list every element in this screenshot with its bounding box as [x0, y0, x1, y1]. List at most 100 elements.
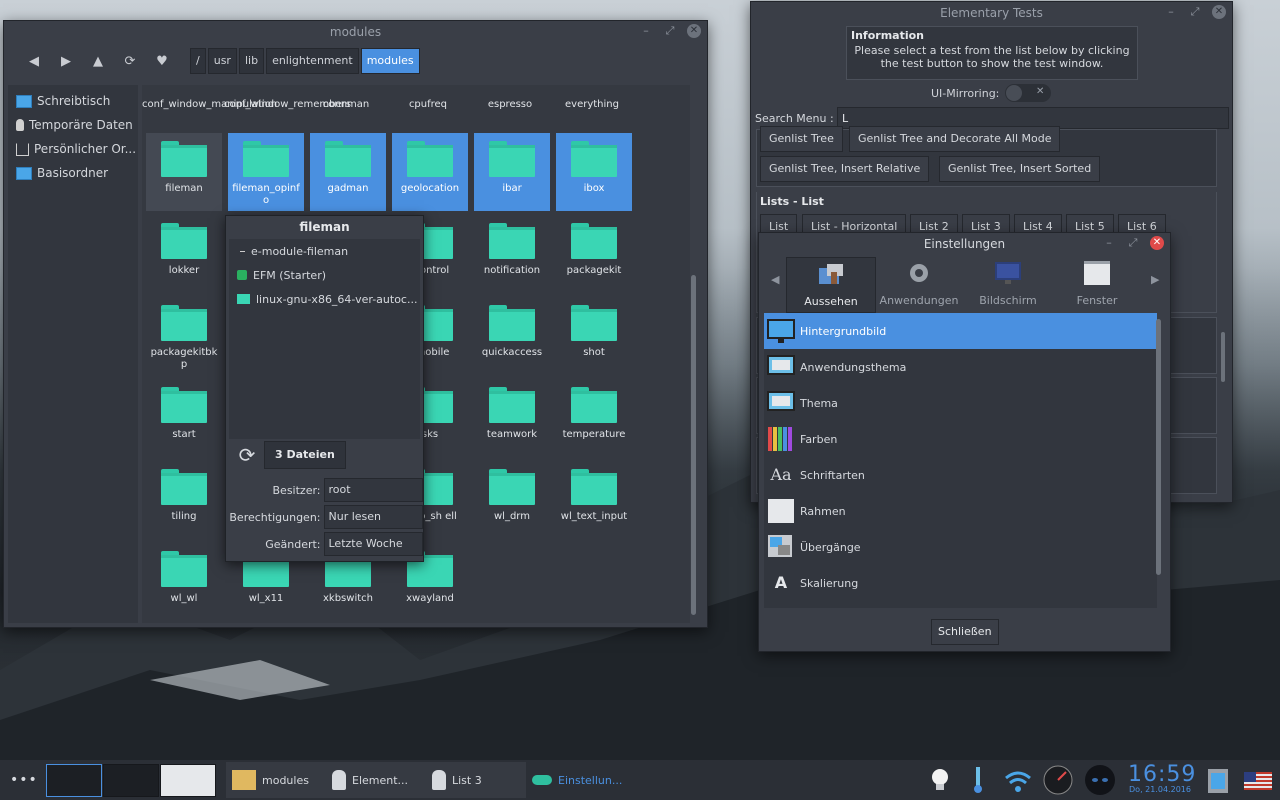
folder-item[interactable]: fileman — [146, 133, 222, 211]
crumb-lib[interactable]: lib — [238, 48, 265, 74]
favorite-heart-icon[interactable]: ♥ — [146, 48, 178, 74]
minimize-icon[interactable]: – — [1102, 236, 1116, 250]
forward-icon[interactable]: ▶ — [50, 48, 82, 74]
crumb-usr[interactable]: usr — [207, 48, 237, 74]
test-button[interactable]: Genlist Tree, Insert Relative — [760, 156, 930, 182]
tab-bildschirm[interactable]: Bildschirm — [964, 257, 1052, 311]
prop-value[interactable]: root — [323, 478, 423, 502]
list-item[interactable]: Übergänge — [764, 529, 1157, 565]
list-item[interactable]: EFM (Starter) — [229, 263, 420, 287]
list-item[interactable]: Hintergrundbild — [764, 313, 1157, 349]
maximize-icon[interactable]: ⤢ — [1188, 5, 1202, 19]
folder-item[interactable]: fileman_opinfo — [228, 133, 304, 211]
prop-value[interactable]: Letzte Woche — [323, 532, 423, 556]
wifi-icon[interactable] — [1002, 764, 1034, 796]
maximize-icon[interactable]: ⤢ — [1126, 236, 1140, 250]
info-text: the test button to show the test window. — [880, 57, 1104, 70]
list-item[interactable]: Farben — [764, 421, 1157, 457]
sidebar-item-temp[interactable]: Temporäre Daten — [8, 113, 138, 137]
system-eyes-icon[interactable] — [1084, 764, 1116, 796]
desktop-pager-3[interactable] — [160, 764, 216, 797]
list-item[interactable]: Anwendungsthema — [764, 349, 1157, 385]
item-label: Farben — [800, 432, 838, 446]
folder-item[interactable]: geolocation — [392, 133, 468, 211]
folder-item[interactable]: shot — [556, 297, 632, 375]
file-label[interactable]: espresso — [470, 99, 550, 111]
up-icon[interactable]: ▲ — [82, 48, 114, 74]
thermometer-icon[interactable] — [962, 764, 994, 796]
folder-item[interactable]: wl_drm — [474, 461, 550, 539]
sidebar-item-root[interactable]: Basisordner — [8, 161, 138, 185]
crumb-root[interactable]: / — [190, 48, 206, 74]
file-label[interactable]: everything — [552, 99, 632, 111]
list-item[interactable]: A Skalierung — [764, 565, 1157, 601]
folder-item[interactable]: wl_wl — [146, 543, 222, 621]
folder-item[interactable]: teamwork — [474, 379, 550, 457]
window-titlebar[interactable]: Einstellungen – ⤢ ✕ — [759, 233, 1170, 255]
desktop-pager-1[interactable] — [46, 764, 102, 797]
sidebar-item-home[interactable]: Persönlicher Or... — [8, 137, 138, 161]
file-label[interactable]: cpufreq — [388, 99, 468, 111]
file-label[interactable]: conf_window_remembers — [224, 99, 351, 111]
cpu-gauge-icon[interactable] — [1042, 764, 1074, 796]
folder-item[interactable]: quickaccess — [474, 297, 550, 375]
tab-fenster[interactable]: Fenster — [1053, 257, 1141, 311]
window-titlebar[interactable]: Elementary Tests – ⤢ ✕ — [751, 2, 1232, 24]
scrollbar[interactable] — [691, 275, 696, 615]
window-titlebar[interactable]: modules – ⤢ ✕ — [4, 21, 707, 43]
task-modules[interactable]: modules — [226, 762, 326, 798]
clipboard-icon[interactable] — [1202, 764, 1234, 796]
folder-item[interactable]: ibar — [474, 133, 550, 211]
folder-item[interactable]: ibox — [556, 133, 632, 211]
crumb-modules[interactable]: modules — [360, 48, 420, 74]
files-count-button[interactable]: 3 Dateien — [264, 441, 346, 469]
list-item[interactable]: Aa Schriftarten — [764, 457, 1157, 493]
file-label[interactable]: connman — [306, 99, 386, 111]
test-button[interactable]: Genlist Tree and Decorate All Mode — [849, 126, 1061, 152]
clock[interactable]: 16:59 Do, 21.04.2016 — [1128, 762, 1195, 794]
folder-item[interactable]: gadman — [310, 133, 386, 211]
crumb-enlightenment[interactable]: enlightenment — [266, 48, 359, 74]
back-icon[interactable]: ◀ — [18, 48, 50, 74]
mirroring-toggle[interactable]: ✕ — [1005, 84, 1052, 102]
folder-item[interactable]: notification — [474, 215, 550, 293]
refresh-icon[interactable]: ⟳ — [236, 444, 258, 466]
list-item[interactable]: linux-gnu-x86_64-ver-autoc... — [229, 287, 420, 311]
folder-item[interactable]: temperature — [556, 379, 632, 457]
minimize-icon[interactable]: – — [1164, 5, 1178, 19]
refresh-icon[interactable]: ⟳ — [114, 48, 146, 74]
folder-item[interactable]: start — [146, 379, 222, 457]
list-item[interactable]: Rahmen — [764, 493, 1157, 529]
minimize-icon[interactable]: – — [639, 24, 653, 38]
close-icon[interactable]: ✕ — [1150, 236, 1164, 250]
list-item[interactable]: Thema — [764, 385, 1157, 421]
close-button[interactable]: Schließen — [931, 619, 999, 645]
tab-aussehen[interactable]: Aussehen — [786, 257, 876, 313]
task-settings[interactable]: Einstellun... — [526, 762, 630, 798]
sidebar-item-desktop[interactable]: Schreibtisch — [8, 89, 138, 113]
scroll-right-icon[interactable]: ▶ — [1151, 273, 1159, 286]
test-button[interactable]: Genlist Tree, Insert Sorted — [939, 156, 1101, 182]
maximize-icon[interactable]: ⤢ — [663, 24, 677, 38]
folder-item[interactable]: lokker — [146, 215, 222, 293]
folder-item[interactable]: packagekit — [556, 215, 632, 293]
close-icon[interactable]: ✕ — [1212, 5, 1226, 19]
scrollbar[interactable] — [1221, 332, 1225, 382]
folder-item[interactable]: packagekitbkp — [146, 297, 222, 375]
file-label[interactable]: conf_window_manipulation — [142, 99, 277, 111]
lightbulb-icon[interactable] — [924, 764, 956, 796]
task-list3[interactable]: List 3 — [426, 762, 526, 798]
tab-anwendungen[interactable]: Anwendungen — [875, 257, 963, 311]
prop-value[interactable]: Nur lesen — [323, 505, 423, 529]
test-button[interactable]: Genlist Tree — [760, 126, 843, 152]
scrollbar[interactable] — [1156, 319, 1161, 575]
close-icon[interactable]: ✕ — [687, 24, 701, 38]
desktop-pager-2[interactable] — [103, 764, 159, 797]
task-elementary[interactable]: Element... — [326, 762, 426, 798]
folder-item[interactable]: wl_text_input — [556, 461, 632, 539]
us-flag-icon[interactable] — [1242, 764, 1274, 796]
list-item[interactable]: e-module-fileman — [229, 239, 420, 263]
menu-dots-icon[interactable]: ••• — [10, 772, 38, 788]
folder-item[interactable]: tiling — [146, 461, 222, 539]
scroll-left-icon[interactable]: ◀ — [771, 273, 779, 286]
